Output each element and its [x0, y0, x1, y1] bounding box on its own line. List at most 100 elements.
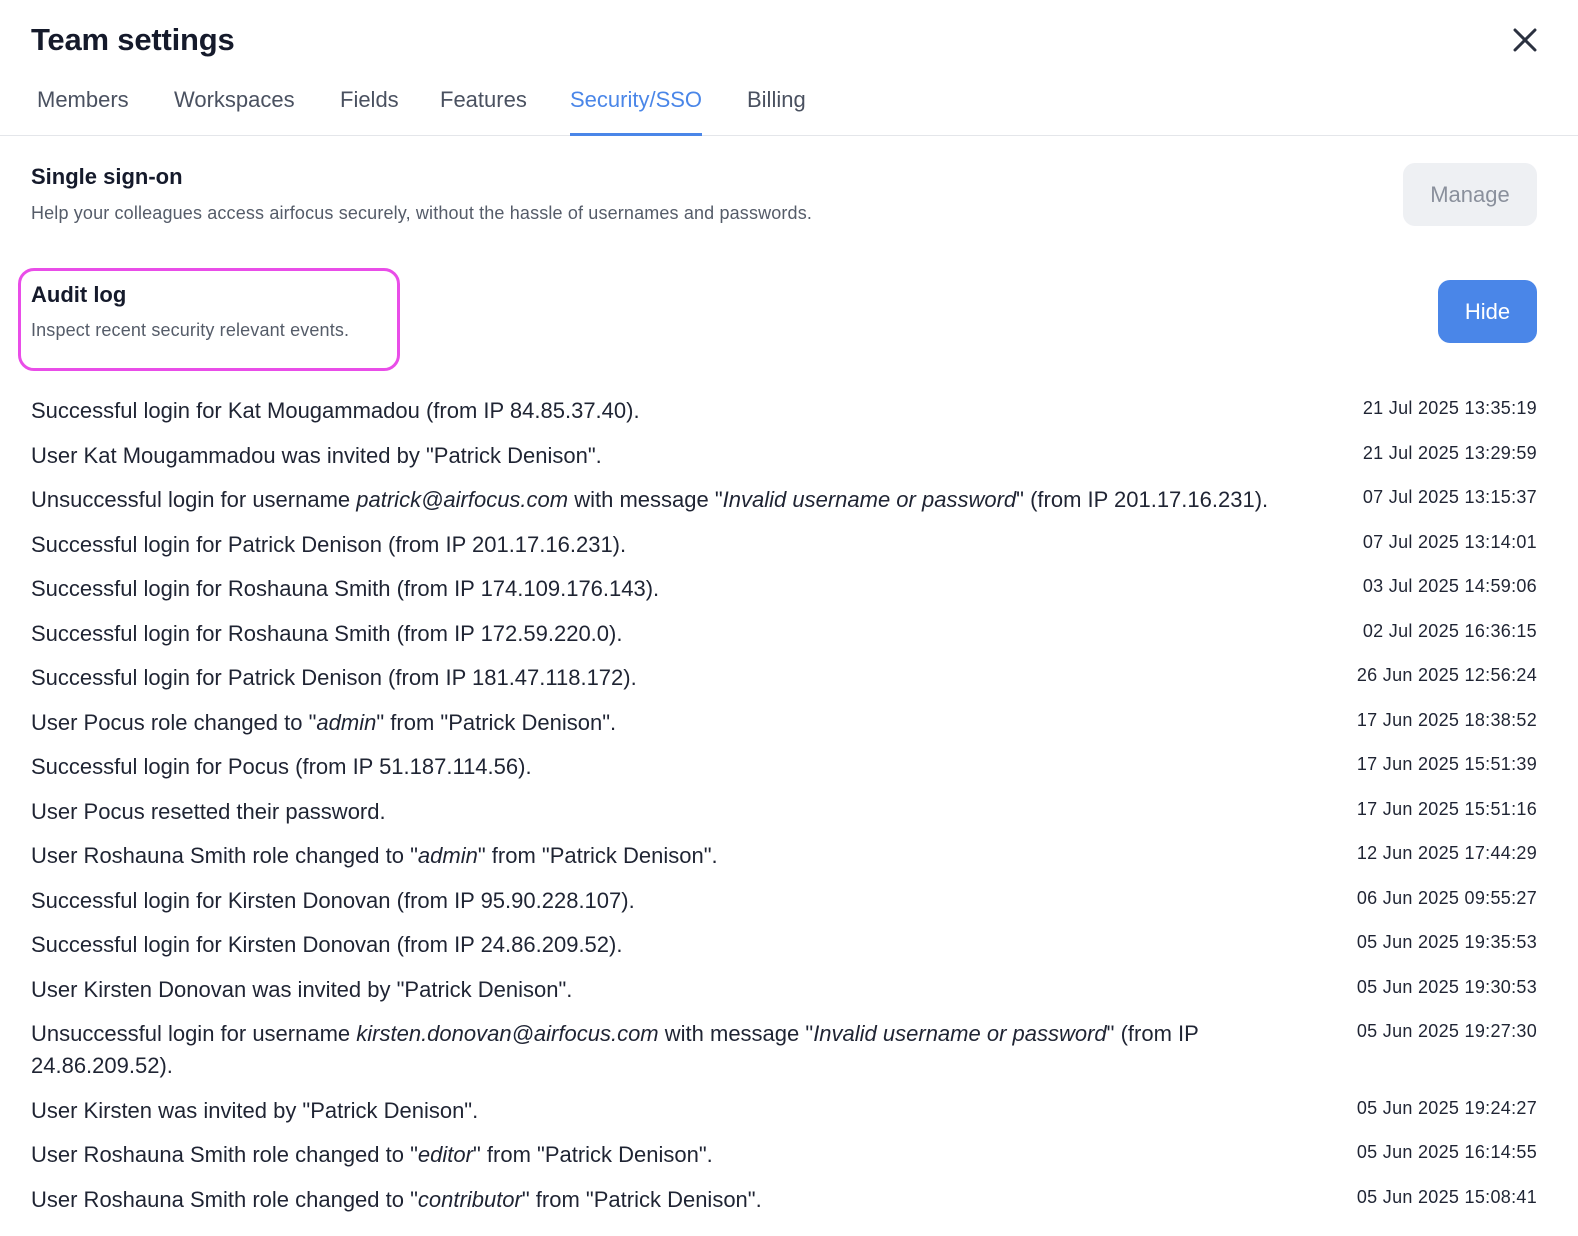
audit-log-message: Successful login for Kat Mougammadou (fr… — [31, 395, 1326, 427]
audit-log-message: Successful login for Patrick Denison (fr… — [31, 529, 1326, 561]
audit-log-entry: User Roshauna Smith role changed to "adm… — [31, 840, 1537, 885]
audit-log-message: User Pocus resetted their password. — [31, 796, 1326, 828]
audit-log-timestamp: 02 Jul 2025 16:36:15 — [1362, 620, 1537, 641]
tab-features[interactable]: Features — [440, 76, 527, 135]
audit-log-message: Unsuccessful login for username kirsten.… — [31, 1018, 1326, 1082]
audit-log-emphasis: editor — [417, 1142, 473, 1167]
audit-log-message: User Roshauna Smith role changed to "con… — [31, 1184, 1326, 1216]
team-settings-dialog: Team settings Members Workspaces Fields … — [0, 0, 1578, 1236]
audit-log-entry: Successful login for Roshauna Smith (fro… — [31, 573, 1537, 618]
audit-log-text: " (from IP 201.17.16.231). — [1016, 487, 1269, 512]
audit-log-timestamp: 05 Jun 2025 15:08:41 — [1356, 1186, 1537, 1207]
audit-log-text: Successful login for Kirsten Donovan (fr… — [31, 932, 623, 957]
audit-log-emphasis: patrick@airfocus.com — [356, 487, 569, 512]
audit-log-text: Successful login for Roshauna Smith (fro… — [31, 576, 660, 601]
audit-log-text: with message " — [658, 1021, 814, 1046]
audit-log-message: Successful login for Kirsten Donovan (fr… — [31, 885, 1326, 917]
audit-log-entry: User Kat Mougammadou was invited by "Pat… — [31, 440, 1537, 485]
audit-log-timestamp: 05 Jun 2025 16:14:55 — [1356, 1142, 1537, 1162]
audit-log-timestamp: 07 Jul 2025 13:15:37 — [1362, 487, 1537, 507]
dialog-title: Team settings — [31, 22, 235, 57]
audit-log-message: Unsuccessful login for username patrick@… — [31, 484, 1326, 516]
audit-log-message: Successful login for Pocus (from IP 51.1… — [31, 751, 1326, 783]
manage-sso-button[interactable]: Manage — [1403, 163, 1537, 226]
audit-log-text: User Pocus resetted their password. — [31, 798, 386, 824]
audit-log-title: Audit log — [31, 282, 127, 307]
audit-log-message: User Roshauna Smith role changed to "adm… — [31, 840, 1326, 872]
audit-log-timestamp: 06 Jun 2025 09:55:27 — [1356, 887, 1537, 908]
close-icon — [1504, 19, 1546, 61]
audit-log-message: Successful login for Patrick Denison (fr… — [31, 662, 1326, 694]
audit-log-text: " from "Patrick Denison". — [472, 1142, 713, 1167]
audit-log-message: User Kirsten Donovan was invited by "Pat… — [31, 974, 1326, 1006]
audit-log-timestamp: 05 Jun 2025 19:30:53 — [1356, 976, 1537, 997]
audit-log-message: Successful login for Roshauna Smith (fro… — [31, 573, 1326, 605]
audit-log-entry: User Kirsten Donovan was invited by "Pat… — [31, 974, 1537, 1019]
audit-log-text: User Roshauna Smith role changed to " — [31, 1142, 418, 1167]
sso-title: Single sign-on — [31, 164, 183, 189]
tab-billing[interactable]: Billing — [747, 76, 806, 135]
audit-log-timestamp: 05 Jun 2025 19:24:27 — [1356, 1097, 1537, 1118]
audit-log-timestamp: 17 Jun 2025 18:38:52 — [1356, 709, 1537, 730]
sso-description: Help your colleagues access airfocus sec… — [31, 203, 813, 223]
audit-log-entry: User Kirsten was invited by "Patrick Den… — [31, 1095, 1537, 1140]
audit-log-timestamp: 07 Jul 2025 13:14:01 — [1362, 531, 1537, 552]
audit-log-timestamp: 05 Jun 2025 19:27:30 — [1356, 1021, 1537, 1041]
audit-log-text: Successful login for Patrick Denison (fr… — [31, 665, 637, 690]
audit-log-entry: User Pocus resetted their password. 17 Ju… — [31, 796, 1537, 841]
audit-log-text: Successful login for Kirsten Donovan (fr… — [31, 887, 635, 913]
audit-log-timestamp: 12 Jun 2025 17:44:29 — [1356, 843, 1537, 863]
audit-log-timestamp: 03 Jul 2025 14:59:06 — [1362, 576, 1537, 596]
audit-log-text: User Kirsten was invited by "Patrick Den… — [31, 1097, 479, 1123]
audit-log-description: Inspect recent security relevant events. — [31, 320, 350, 340]
audit-log-text: " from "Patrick Denison". — [376, 709, 617, 735]
audit-log-text: Successful login for Kat Mougammadou (fr… — [31, 398, 640, 423]
audit-log-timestamp: 21 Jul 2025 13:35:19 — [1362, 398, 1537, 418]
audit-log-entry: Successful login for Patrick Denison (fr… — [31, 529, 1537, 574]
audit-log-emphasis: Invalid username or password — [722, 487, 1017, 512]
audit-log-text: Unsuccessful login for username — [31, 487, 357, 512]
audit-log-message: User Kirsten was invited by "Patrick Den… — [31, 1095, 1326, 1127]
audit-log-text: User Kat Mougammadou was invited by "Pat… — [31, 442, 602, 468]
tab-fields[interactable]: Fields — [340, 76, 399, 135]
audit-log-timestamp: 26 Jun 2025 12:56:24 — [1356, 665, 1537, 685]
audit-log-timestamp: 05 Jun 2025 19:35:53 — [1356, 932, 1537, 952]
audit-log-entry: User Roshauna Smith role changed to "edi… — [31, 1139, 1537, 1184]
audit-log-text: with message " — [568, 487, 723, 512]
audit-log-emphasis: kirsten.donovan@airfocus.com — [356, 1021, 659, 1046]
settings-tabs: Members Workspaces Fields Features Secur… — [0, 76, 1578, 136]
audit-log-text: " from "Patrick Denison". — [477, 843, 718, 868]
audit-log-message: User Pocus role changed to "admin" from … — [31, 707, 1326, 739]
audit-log-message: User Kat Mougammadou was invited by "Pat… — [31, 440, 1326, 472]
audit-log-emphasis: Invalid username or password — [813, 1021, 1107, 1046]
audit-log-entry: Successful login for Pocus (from IP 51.1… — [31, 751, 1537, 796]
audit-log-text: Successful login for Pocus (from IP 51.1… — [31, 754, 532, 779]
tab-security-sso[interactable]: Security/SSO — [570, 76, 703, 136]
audit-log-entry: Successful login for Kat Mougammadou (fr… — [31, 395, 1537, 440]
audit-log-message: User Roshauna Smith role changed to "edi… — [31, 1139, 1326, 1171]
audit-log-timestamp: 17 Jun 2025 15:51:16 — [1356, 798, 1537, 819]
audit-log-text: User Kirsten Donovan was invited by "Pat… — [31, 976, 573, 1002]
audit-log-entry: Successful login for Patrick Denison (fr… — [31, 662, 1537, 707]
audit-log-entry: Unsuccessful login for username patrick@… — [31, 484, 1537, 529]
close-button[interactable] — [1504, 19, 1546, 61]
audit-log-text: Successful login for Roshauna Smith (fro… — [31, 620, 623, 646]
audit-log-text: " from "Patrick Denison". — [521, 1186, 762, 1212]
audit-log-entry: User Roshauna Smith role changed to "con… — [31, 1184, 1537, 1229]
audit-log-text: Successful login for Patrick Denison (fr… — [31, 531, 627, 557]
audit-log-list: Successful login for Kat Mougammadou (fr… — [31, 395, 1537, 1228]
tab-members[interactable]: Members — [37, 76, 129, 135]
audit-log-text: User Roshauna Smith role changed to " — [31, 843, 418, 868]
tab-workspaces[interactable]: Workspaces — [174, 76, 295, 135]
audit-log-message: Successful login for Kirsten Donovan (fr… — [31, 929, 1326, 961]
audit-log-entry: Successful login for Roshauna Smith (fro… — [31, 618, 1537, 663]
audit-log-text: Unsuccessful login for username — [31, 1021, 357, 1046]
audit-log-emphasis: admin — [316, 709, 377, 735]
audit-log-text: User Pocus role changed to " — [31, 709, 317, 735]
audit-log-timestamp: 21 Jul 2025 13:29:59 — [1362, 442, 1537, 463]
audit-log-emphasis: admin — [417, 843, 478, 868]
audit-log-emphasis: contributor — [417, 1186, 522, 1212]
hide-audit-log-button[interactable]: Hide — [1438, 280, 1537, 343]
audit-log-entry: Successful login for Kirsten Donovan (fr… — [31, 885, 1537, 930]
audit-log-entry: Unsuccessful login for username kirsten.… — [31, 1018, 1537, 1095]
